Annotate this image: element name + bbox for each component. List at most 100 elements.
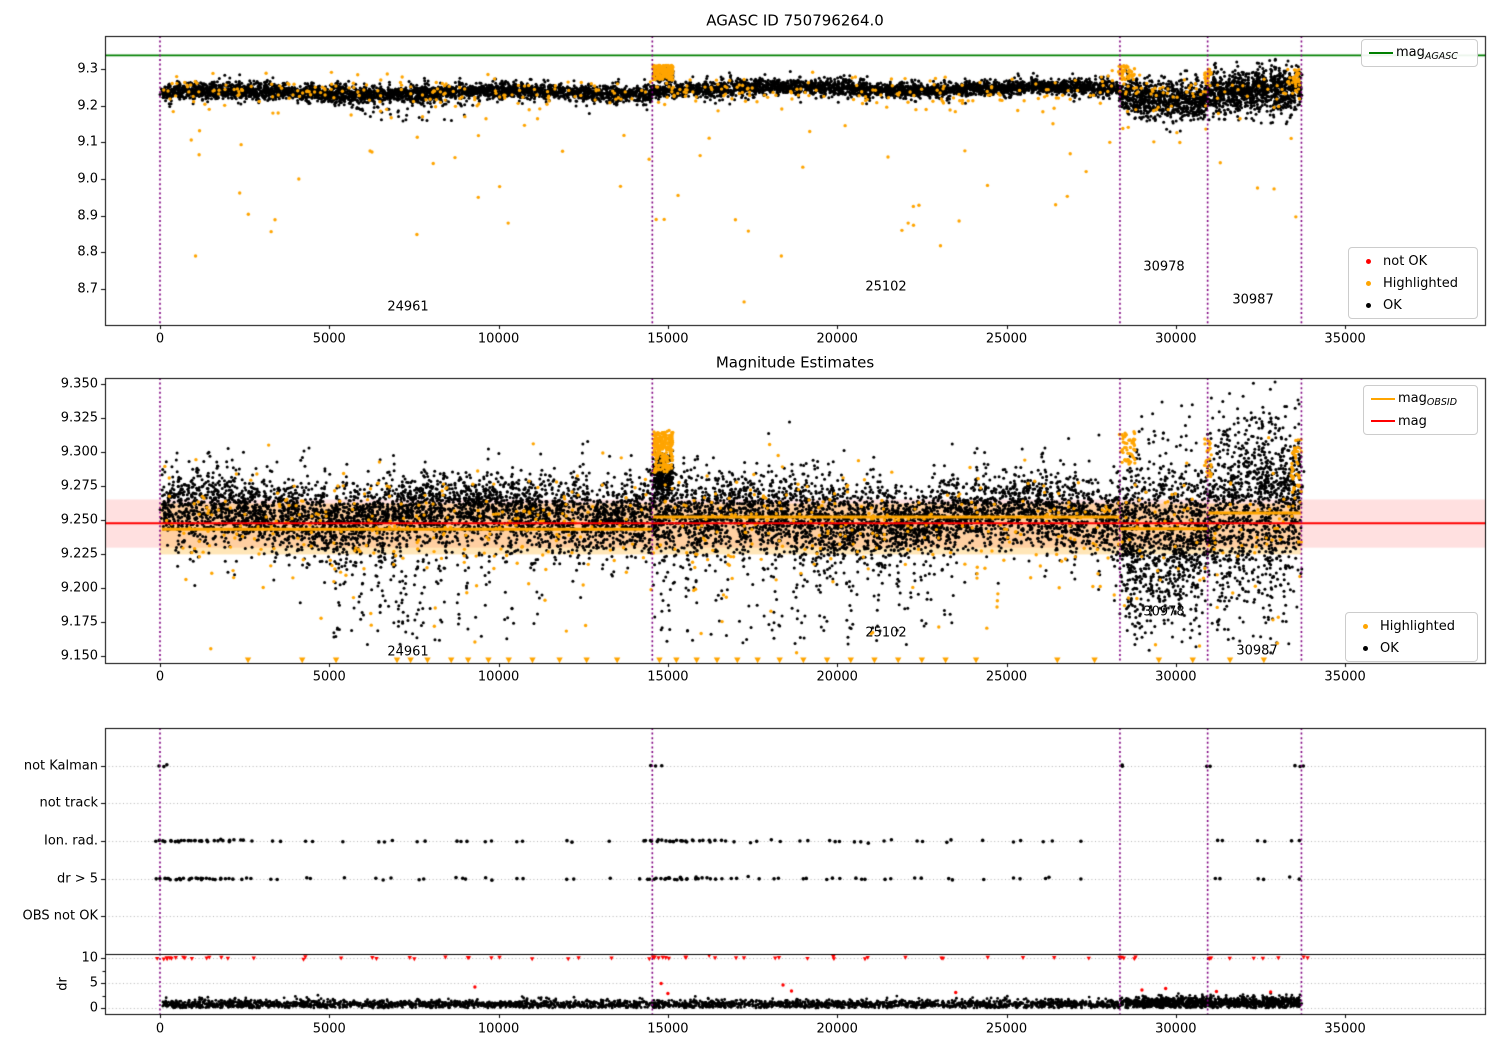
legend-label-main: Highlighted xyxy=(1383,275,1458,291)
x-tick-label: 20000 xyxy=(816,1021,858,1037)
dot-swatch-icon xyxy=(1362,623,1368,629)
legend: magOBSID mag xyxy=(1363,385,1478,435)
x-tick-label: 20000 xyxy=(816,331,858,347)
x-tick-label: 5000 xyxy=(312,1021,346,1037)
annotation-obsid: 24961 xyxy=(387,644,429,660)
y-tick-label: 10 xyxy=(81,950,98,966)
legend-label: mag xyxy=(1398,414,1427,429)
x-tick-label: 5000 xyxy=(312,331,346,347)
legend-dot-swatch xyxy=(1350,645,1380,651)
x-tick-label: 30000 xyxy=(1155,1021,1197,1037)
legend-label: OK xyxy=(1383,298,1402,313)
y-tick-label: 9.225 xyxy=(60,546,98,562)
x-tick-label: 30000 xyxy=(1155,331,1197,347)
annotation-obsid: 30987 xyxy=(1232,292,1274,308)
x-tick-label: 20000 xyxy=(816,669,858,685)
legend-label-main: mag xyxy=(1398,390,1427,406)
legend-dot-swatch xyxy=(1350,623,1380,629)
panel-title: Magnitude Estimates xyxy=(715,353,875,372)
y-tick-label: 9.325 xyxy=(60,410,98,426)
legend-line-swatch xyxy=(1368,420,1398,422)
dot-swatch-icon xyxy=(1362,645,1368,651)
y-tick-label: 8.7 xyxy=(77,281,98,297)
legend-label-main: not OK xyxy=(1383,253,1428,269)
category-label: dr > 5 xyxy=(56,871,98,887)
x-tick-label: 10000 xyxy=(477,331,520,347)
panel-title: AGASC ID 750796264.0 xyxy=(706,11,884,30)
x-tick-label: 0 xyxy=(155,1021,165,1037)
annotation-obsid: 25102 xyxy=(865,625,907,641)
legend-label: Highlighted xyxy=(1380,619,1455,634)
y-tick-label: 9.3 xyxy=(77,61,98,77)
legend-label: magOBSID xyxy=(1398,391,1457,408)
x-tick-label: 10000 xyxy=(477,1021,520,1037)
x-tick-label: 25000 xyxy=(985,669,1028,685)
legend-label-main: mag xyxy=(1398,413,1427,429)
x-tick-label: 0 xyxy=(155,669,165,685)
x-tick-label: 5000 xyxy=(312,669,346,685)
legend-dot-swatch xyxy=(1353,258,1383,264)
legend-entry: mag xyxy=(1368,410,1469,432)
category-label: not Kalman xyxy=(23,758,98,774)
y-tick-label: 9.275 xyxy=(60,478,98,494)
legend-label-main: Highlighted xyxy=(1380,618,1455,634)
annotation-obsid: 30987 xyxy=(1236,643,1278,659)
y-tick-label: 9.175 xyxy=(60,614,98,630)
y-tick-label: 9.200 xyxy=(60,580,98,596)
legend-entry: OK xyxy=(1350,637,1469,659)
y-tick-label: 8.9 xyxy=(77,208,98,224)
text-layer: AGASC ID 750796264.0 0 5000 10000 15000 20000… xyxy=(0,0,1500,1050)
annotation-obsid: 24961 xyxy=(387,299,429,315)
y-tick-label: 0 xyxy=(89,1000,98,1016)
x-tick-label: 25000 xyxy=(985,1021,1028,1037)
legend-entry: magAGASC xyxy=(1366,42,1469,64)
legend-entry: not OK xyxy=(1353,250,1469,272)
y-tick-label: 9.150 xyxy=(60,648,98,664)
y-tick-label: 9.350 xyxy=(60,376,98,392)
x-tick-label: 35000 xyxy=(1324,669,1366,685)
line-swatch-icon xyxy=(1371,398,1395,400)
legend: not OK Highlighted OK xyxy=(1348,247,1478,319)
category-label: Ion. rad. xyxy=(44,833,98,849)
legend: Highlighted OK xyxy=(1345,612,1478,662)
dr-axis-label: dr xyxy=(55,977,71,991)
legend-entry: OK xyxy=(1353,294,1469,316)
legend-label-sub: OBSID xyxy=(1426,396,1458,408)
legend-dot-swatch xyxy=(1353,280,1383,286)
y-tick-label: 9.250 xyxy=(60,512,98,528)
y-tick-label: 9.2 xyxy=(77,98,98,114)
legend-label: Highlighted xyxy=(1383,276,1458,291)
line-swatch-icon xyxy=(1371,420,1395,422)
legend: magAGASC xyxy=(1361,39,1478,67)
legend-label-main: OK xyxy=(1383,297,1402,313)
legend-line-swatch xyxy=(1368,398,1398,400)
legend-label-main: mag xyxy=(1396,44,1425,60)
legend-entry: Highlighted xyxy=(1350,615,1469,637)
line-swatch-icon xyxy=(1369,52,1393,54)
annotation-obsid: 30978 xyxy=(1143,604,1185,620)
dot-swatch-icon xyxy=(1365,258,1371,264)
figure: AGASC ID 750796264.0 0 5000 10000 15000 20000… xyxy=(0,0,1500,1050)
legend-dot-swatch xyxy=(1353,302,1383,308)
dot-swatch-icon xyxy=(1365,280,1371,286)
annotation-obsid: 30978 xyxy=(1143,259,1185,275)
x-tick-label: 35000 xyxy=(1324,1021,1366,1037)
legend-label: magAGASC xyxy=(1396,45,1458,62)
category-label: OBS not OK xyxy=(22,908,99,924)
y-tick-label: 9.300 xyxy=(60,444,98,460)
legend-entry: magOBSID xyxy=(1368,388,1469,410)
y-tick-label: 9.1 xyxy=(77,134,98,150)
x-tick-label: 10000 xyxy=(477,669,520,685)
x-tick-label: 0 xyxy=(155,331,165,347)
y-tick-label: 8.8 xyxy=(77,244,98,260)
legend-entry: Highlighted xyxy=(1353,272,1469,294)
legend-line-swatch xyxy=(1366,52,1396,54)
category-label: not track xyxy=(39,795,98,811)
y-tick-label: 9.0 xyxy=(77,171,98,187)
x-tick-label: 15000 xyxy=(647,669,689,685)
x-tick-label: 30000 xyxy=(1155,669,1197,685)
legend-label-main: OK xyxy=(1380,640,1399,656)
x-tick-label: 35000 xyxy=(1324,331,1366,347)
y-tick-label: 5 xyxy=(89,975,98,991)
legend-label: not OK xyxy=(1383,254,1427,269)
